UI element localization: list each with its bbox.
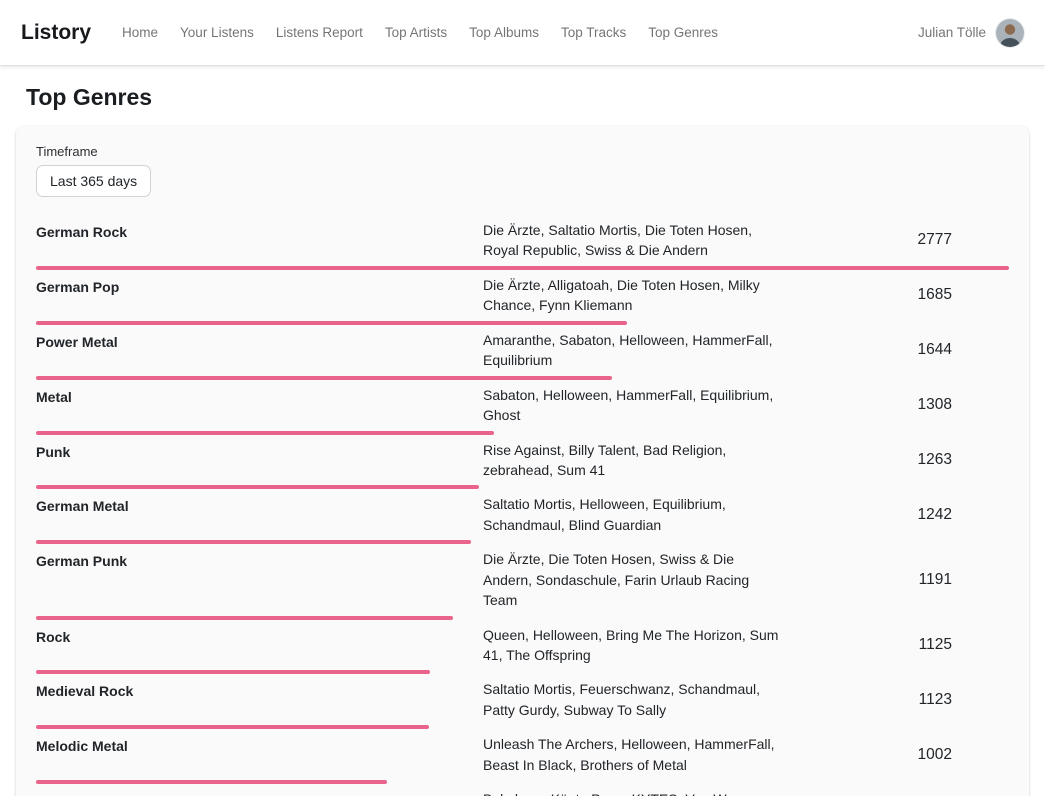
top-genres-card: Timeframe Last 365 days German Rock Die …	[16, 126, 1029, 796]
genre-artists: Saltatio Mortis, Helloween, Equilibrium,…	[483, 494, 783, 535]
timeframe-select[interactable]: Last 365 days	[36, 165, 151, 197]
genre-count: 1002	[783, 746, 1009, 764]
genre-artists: Saltatio Mortis, Feuerschwanz, Schandmau…	[483, 679, 783, 720]
genre-row-main: German Metal Saltatio Mortis, Helloween,…	[36, 494, 1009, 535]
app-logo[interactable]: Listory	[21, 21, 91, 45]
genre-row: Punk Rise Against, Billy Talent, Bad Rel…	[36, 435, 1009, 490]
genre-count: 1685	[783, 286, 1009, 304]
nav-link-listens-report[interactable]: Listens Report	[265, 17, 374, 48]
genre-name: German Metal	[36, 494, 483, 516]
genre-name: German Pop	[36, 275, 483, 297]
genre-row: German Punk Die Ärzte, Die Toten Hosen, …	[36, 544, 1009, 619]
genre-artists: Die Ärzte, Alligatoah, Die Toten Hosen, …	[483, 275, 783, 316]
genre-count: 1125	[783, 636, 1009, 654]
nav-link-top-albums[interactable]: Top Albums	[458, 17, 550, 48]
user-menu[interactable]: Julian Tölle	[918, 19, 1024, 47]
genre-row-main: German Rock Die Ärzte, Saltatio Mortis, …	[36, 220, 1009, 261]
timeframe-control: Timeframe Last 365 days	[36, 144, 1009, 197]
genre-name: Metal	[36, 385, 483, 407]
genre-artists: Unleash The Archers, Helloween, HammerFa…	[483, 734, 783, 775]
genre-name: German Rock	[36, 220, 483, 242]
genre-row: Metal Sabaton, Helloween, HammerFall, Eq…	[36, 380, 1009, 435]
genre-row: German Rock Die Ärzte, Saltatio Mortis, …	[36, 215, 1009, 270]
genre-row-main: German Punk Die Ärzte, Die Toten Hosen, …	[36, 549, 1009, 610]
timeframe-label: Timeframe	[36, 144, 1009, 159]
genre-name: Rock	[36, 625, 483, 647]
genre-name: Power Metal	[36, 330, 483, 352]
nav-link-your-listens[interactable]: Your Listens	[169, 17, 265, 48]
nav-link-top-genres[interactable]: Top Genres	[637, 17, 729, 48]
genre-count: 1123	[783, 691, 1009, 709]
page-title: Top Genres	[26, 84, 1029, 111]
genre-row: Medieval Rock Saltatio Mortis, Feuerschw…	[36, 674, 1009, 729]
genre-row: Melodic Metal Unleash The Archers, Hello…	[36, 729, 1009, 784]
genre-name: Melodic Metal	[36, 734, 483, 756]
genre-artists: Die Ärzte, Die Toten Hosen, Swiss & Die …	[483, 549, 783, 610]
genre-count: 2777	[783, 231, 1009, 249]
genre-name: German Indie	[36, 789, 483, 796]
genre-count: 1644	[783, 341, 1009, 359]
genre-count: 1263	[783, 451, 1009, 469]
genre-row-main: German Pop Die Ärzte, Alligatoah, Die To…	[36, 275, 1009, 316]
top-navbar: Listory Home Your Listens Listens Report…	[0, 0, 1045, 65]
nav-link-top-tracks[interactable]: Top Tracks	[550, 17, 637, 48]
genre-row-main: Melodic Metal Unleash The Archers, Hello…	[36, 734, 1009, 775]
genre-row: Rock Queen, Helloween, Bring Me The Hori…	[36, 620, 1009, 675]
genre-artists: Queen, Helloween, Bring Me The Horizon, …	[483, 625, 783, 666]
genre-count: 1308	[783, 396, 1009, 414]
genre-row-main: Punk Rise Against, Billy Talent, Bad Rel…	[36, 440, 1009, 481]
genre-count: 1242	[783, 506, 1009, 524]
genre-name: Punk	[36, 440, 483, 462]
genre-row-main: German Indie Bukahara, Käptn Peng, KYTES…	[36, 789, 1009, 796]
genre-table: German Rock Die Ärzte, Saltatio Mortis, …	[36, 215, 1009, 796]
genre-name: Medieval Rock	[36, 679, 483, 701]
genre-row-main: Power Metal Amaranthe, Sabaton, Hellowee…	[36, 330, 1009, 371]
genre-row: German Indie Bukahara, Käptn Peng, KYTES…	[36, 784, 1009, 796]
nav-link-home[interactable]: Home	[111, 17, 169, 48]
genre-row: German Metal Saltatio Mortis, Helloween,…	[36, 489, 1009, 544]
user-avatar[interactable]	[996, 19, 1024, 47]
genre-count: 1191	[783, 571, 1009, 589]
genre-artists: Sabaton, Helloween, HammerFall, Equilibr…	[483, 385, 783, 426]
user-name: Julian Tölle	[918, 25, 986, 40]
genre-row-main: Metal Sabaton, Helloween, HammerFall, Eq…	[36, 385, 1009, 426]
genre-artists: Rise Against, Billy Talent, Bad Religion…	[483, 440, 783, 481]
nav-links: Home Your Listens Listens Report Top Art…	[111, 17, 918, 48]
genre-artists: Bukahara, Käptn Peng, KYTES, Von Wegen L…	[483, 789, 783, 796]
nav-link-top-artists[interactable]: Top Artists	[374, 17, 458, 48]
genre-row: Power Metal Amaranthe, Sabaton, Hellowee…	[36, 325, 1009, 380]
genre-name: German Punk	[36, 549, 483, 571]
genre-row-main: Medieval Rock Saltatio Mortis, Feuerschw…	[36, 679, 1009, 720]
main-content: Top Genres Timeframe Last 365 days Germa…	[0, 84, 1045, 796]
genre-row: German Pop Die Ärzte, Alligatoah, Die To…	[36, 270, 1009, 325]
genre-artists: Amaranthe, Sabaton, Helloween, HammerFal…	[483, 330, 783, 371]
genre-artists: Die Ärzte, Saltatio Mortis, Die Toten Ho…	[483, 220, 783, 261]
genre-row-main: Rock Queen, Helloween, Bring Me The Hori…	[36, 625, 1009, 666]
